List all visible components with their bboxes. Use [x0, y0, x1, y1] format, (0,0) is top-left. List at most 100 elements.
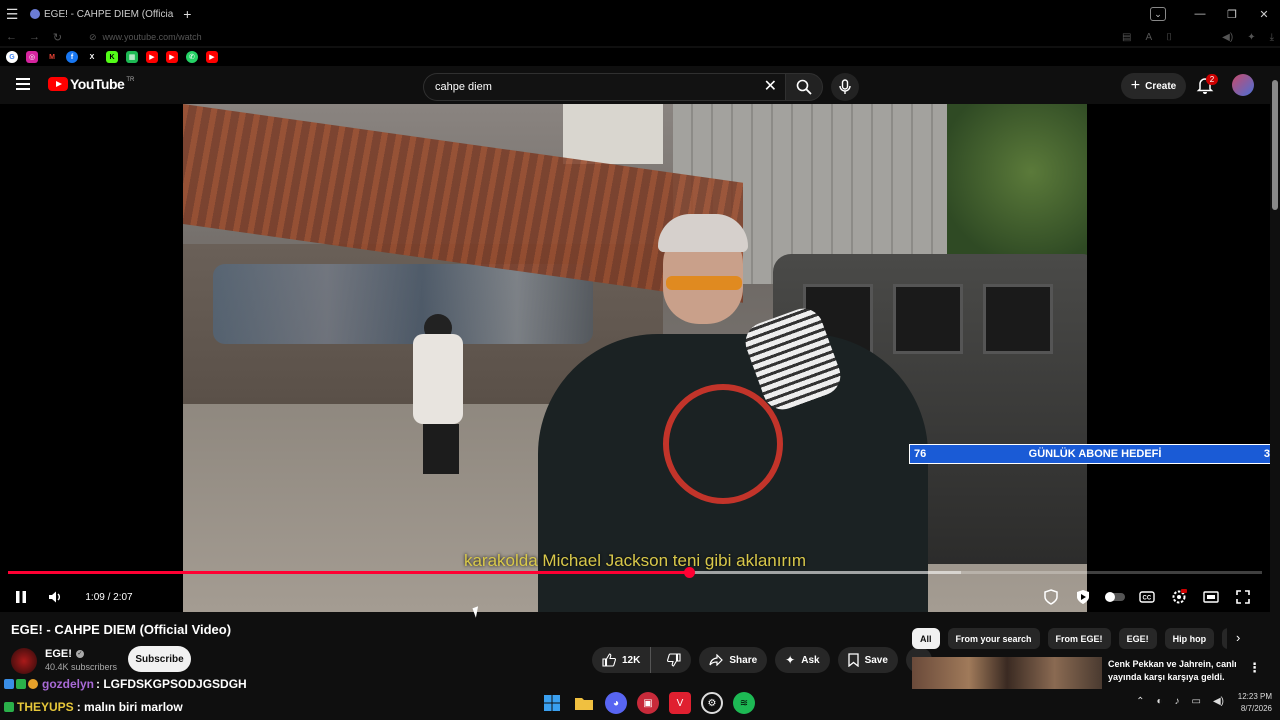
system-clock[interactable]: 12:23 PM 8/7/2026 — [1238, 691, 1272, 715]
progress-bar[interactable] — [8, 567, 1262, 578]
player-controls: 1:09 / 2:07 CC — [0, 582, 1270, 612]
minimize-button[interactable]: — — [1184, 8, 1216, 20]
country-code: TR — [126, 77, 135, 83]
url-field[interactable]: ⊘ www.youtube.com/watch — [89, 32, 202, 43]
bookmark-save-icon — [847, 653, 859, 667]
vivaldi-icon[interactable]: V — [669, 692, 691, 714]
recommendation-menu-icon[interactable]: ⋮ — [1248, 660, 1261, 676]
google-icon[interactable]: G — [6, 51, 18, 63]
dislike-button[interactable] — [657, 647, 691, 673]
video-subtitle: karakolda Michael Jackson teni gibi akla… — [463, 551, 807, 570]
fullscreen-icon[interactable] — [1230, 584, 1256, 610]
close-window-button[interactable]: ✕ — [1248, 8, 1280, 21]
create-button[interactable]: + Create — [1121, 73, 1186, 99]
search-box: ✕ — [423, 73, 785, 101]
filter-chip[interactable]: From your search — [947, 628, 1040, 649]
youtube-icon[interactable]: ▶ — [146, 51, 158, 63]
save-button[interactable]: Save — [837, 647, 898, 673]
thumbs-down-icon — [667, 653, 681, 667]
scrollbar-thumb[interactable] — [1272, 80, 1278, 210]
account-avatar[interactable] — [1232, 74, 1254, 96]
recommendation-thumbnail[interactable] — [912, 657, 1102, 689]
youtube-header: YouTube TR ✕ + Create 2 — [0, 68, 1270, 104]
video-frame — [183, 104, 1087, 612]
tab-favicon-icon — [30, 9, 40, 19]
facebook-icon[interactable]: f — [66, 51, 78, 63]
youtube-icon[interactable]: ▶ — [166, 51, 178, 63]
extensions-icon[interactable]: ✦ — [1247, 32, 1255, 43]
chips-next-icon[interactable]: › — [1236, 630, 1240, 645]
filter-chip[interactable]: From EGE! — [1047, 628, 1111, 649]
gmail-icon[interactable]: M — [46, 51, 58, 63]
sparkle-icon: ✦ — [785, 653, 796, 667]
browser-tab[interactable]: EGE! - CAHPE DIEM (Officia + — [24, 0, 197, 28]
like-dislike-group: 12K — [592, 647, 692, 673]
sponsorblock-icon[interactable] — [1070, 584, 1096, 610]
search-button[interactable] — [785, 73, 823, 101]
mute-button[interactable] — [42, 584, 68, 610]
browser-menu-icon[interactable]: ☰ — [0, 0, 24, 28]
shield-extension-icon[interactable] — [1038, 584, 1064, 610]
guide-menu-icon[interactable] — [16, 78, 30, 90]
search-input[interactable] — [435, 81, 755, 93]
like-button[interactable]: 12K — [592, 647, 652, 673]
spotify-icon[interactable]: ≋ — [733, 692, 755, 714]
subscribe-button[interactable]: Subscribe — [128, 646, 191, 672]
whatsapp-icon[interactable]: ✆ — [186, 51, 198, 63]
captions-icon[interactable]: CC — [1134, 584, 1160, 610]
channel-name[interactable]: EGE! — [45, 648, 72, 660]
tray-chevron-icon[interactable]: ⌃ — [1136, 696, 1144, 707]
pause-button[interactable] — [8, 584, 34, 610]
tab-dropdown-icon[interactable]: ⌄ — [1150, 7, 1166, 21]
forward-icon[interactable]: → — [23, 31, 46, 43]
page-scrollbar[interactable] — [1270, 68, 1280, 688]
video-player[interactable]: karakolda Michael Jackson teni gibi akla… — [0, 104, 1270, 612]
ask-button[interactable]: ✦ Ask — [775, 647, 830, 673]
plus-icon: + — [1130, 77, 1141, 94]
file-explorer-icon[interactable] — [573, 692, 595, 714]
reader-icon[interactable]: ▤ — [1122, 32, 1131, 43]
downloads-icon[interactable]: ⤓ — [1270, 32, 1274, 43]
channel-name-row[interactable]: EGE! ✓ — [45, 648, 84, 660]
windows-start-icon[interactable] — [541, 692, 563, 714]
filter-chip[interactable]: Rap — [1222, 628, 1227, 649]
address-bar-actions: ▤ A ⌷ ◀) ✦ ⤓ — [1122, 28, 1274, 46]
clear-search-icon[interactable]: ✕ — [764, 79, 777, 95]
youtube-icon[interactable]: ▶ — [206, 51, 218, 63]
translate-icon[interactable]: A — [1145, 32, 1152, 43]
filter-chip[interactable]: All — [912, 628, 940, 649]
speaker-icon[interactable]: ◀) — [1213, 696, 1224, 707]
notifications-button[interactable]: 2 — [1196, 74, 1218, 96]
instagram-icon[interactable]: ◎ — [26, 51, 38, 63]
mic-tray-icon[interactable]: ♪ — [1175, 696, 1180, 707]
steam-icon[interactable]: ⚙ — [701, 692, 723, 714]
settings-gear-icon[interactable] — [1166, 584, 1192, 610]
filter-chips: All From your search From EGE! EGE! Hip hop R… — [912, 628, 1227, 650]
network-icon[interactable]: ▭ — [1192, 696, 1201, 707]
recommendation-title[interactable]: Cenk Pekkan ve Jahrein, canlı yayında ka… — [1108, 658, 1238, 684]
windows-taskbar: ◕ ▣ V ⚙ ≋ ⌃ ◐ ♪ ▭ ◀) 12:23 PM 8/7/2026 — [0, 688, 1280, 720]
site-info-icon[interactable]: ⊘ — [89, 32, 97, 43]
app-red-icon[interactable]: ▣ — [637, 692, 659, 714]
autoplay-toggle[interactable] — [1102, 584, 1128, 610]
reload-icon[interactable]: ↻ — [46, 31, 69, 44]
voice-search-button[interactable] — [831, 73, 859, 101]
audio-icon[interactable]: ◀) — [1222, 32, 1233, 43]
kick-icon[interactable]: K — [106, 51, 118, 63]
discord-icon[interactable]: ◕ — [605, 692, 627, 714]
maximize-button[interactable]: ❐ — [1216, 8, 1248, 21]
bookmark-icon[interactable]: ⌷ — [1166, 32, 1172, 43]
back-icon[interactable]: ← — [0, 31, 23, 43]
channel-avatar[interactable] — [11, 648, 37, 674]
share-button[interactable]: Share — [699, 647, 768, 673]
vidio-icon[interactable]: ▦ — [126, 51, 138, 63]
theater-mode-icon[interactable] — [1198, 584, 1224, 610]
scrubber-handle[interactable] — [683, 567, 695, 578]
new-tab-button[interactable]: + — [183, 6, 191, 22]
search-icon — [796, 79, 812, 95]
youtube-logo[interactable]: YouTube TR — [48, 76, 134, 92]
filter-chip[interactable]: EGE! — [1118, 628, 1157, 649]
x-icon[interactable]: X — [86, 51, 98, 63]
filter-chip[interactable]: Hip hop — [1164, 628, 1215, 649]
tray-app-icon[interactable]: ◐ — [1156, 696, 1162, 707]
